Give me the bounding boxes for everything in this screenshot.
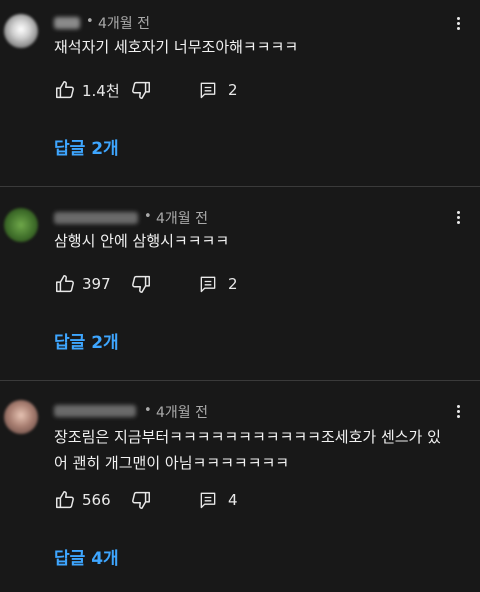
like-count: 566 xyxy=(82,491,111,509)
comment-item: • 4개월 전 재석자기 세호자기 너무조아해ㅋㅋㅋㅋ 1.4천 2 답글 2개 xyxy=(0,0,480,186)
thumbs-up-icon xyxy=(56,491,74,509)
comment-icon xyxy=(200,492,216,509)
like-count: 397 xyxy=(82,275,111,293)
more-vert-icon[interactable] xyxy=(450,15,466,35)
thumbs-down-icon xyxy=(132,81,150,99)
comment-item: • 4개월 전 장조림은 지금부터ㅋㅋㅋㅋㅋㅋㅋㅋㅋㅋㅋ조세호가 센스가 있어 … xyxy=(0,388,480,592)
comment-timestamp[interactable]: 4개월 전 xyxy=(98,13,150,33)
comment-actions: 397 2 xyxy=(54,272,434,296)
author-name-redacted[interactable] xyxy=(54,17,80,29)
comment-icon xyxy=(200,276,216,293)
thumbs-up-icon xyxy=(56,275,74,293)
thumbs-down-icon xyxy=(132,275,150,293)
reply-button[interactable]: 4 xyxy=(198,488,238,512)
author-name-redacted[interactable] xyxy=(54,212,138,224)
like-button[interactable]: 1.4천 xyxy=(54,78,120,102)
dislike-button[interactable] xyxy=(130,488,152,512)
avatar[interactable] xyxy=(4,400,38,434)
reply-count: 2 xyxy=(228,275,238,293)
dislike-button[interactable] xyxy=(130,272,152,296)
comment-actions: 566 4 xyxy=(54,488,434,512)
reply-button[interactable]: 2 xyxy=(198,78,238,102)
comment-icon xyxy=(200,82,216,99)
divider xyxy=(0,380,480,381)
divider xyxy=(0,186,480,187)
dislike-button[interactable] xyxy=(130,78,152,102)
meta-separator: • xyxy=(144,209,152,224)
view-replies-button[interactable]: 답글 2개 xyxy=(54,328,119,353)
like-button[interactable]: 566 xyxy=(54,488,111,512)
meta-separator: • xyxy=(86,14,94,29)
avatar[interactable] xyxy=(4,208,38,242)
thumbs-up-icon xyxy=(56,81,74,99)
comment-item: • 4개월 전 삼행시 안에 삼행시ㅋㅋㅋㅋ 397 2 답글 2개 xyxy=(0,194,480,380)
meta-separator: • xyxy=(144,403,152,418)
view-replies-button[interactable]: 답글 2개 xyxy=(54,134,119,159)
more-vert-icon[interactable] xyxy=(450,403,466,423)
reply-count: 2 xyxy=(228,81,238,99)
comment-timestamp[interactable]: 4개월 전 xyxy=(156,208,208,228)
thumbs-down-icon xyxy=(132,491,150,509)
more-vert-icon[interactable] xyxy=(450,209,466,229)
comment-text: 장조림은 지금부터ㅋㅋㅋㅋㅋㅋㅋㅋㅋㅋㅋ조세호가 센스가 있어 괜히 개그맨이 … xyxy=(54,428,441,472)
reply-button[interactable]: 2 xyxy=(198,272,238,296)
comment-text: 재석자기 세호자기 너무조아해ㅋㅋㅋㅋ xyxy=(54,38,299,56)
view-replies-button[interactable]: 답글 4개 xyxy=(54,544,119,569)
comment-actions: 1.4천 2 xyxy=(54,78,434,102)
author-name-redacted[interactable] xyxy=(54,405,136,417)
like-button[interactable]: 397 xyxy=(54,272,111,296)
comment-text: 삼행시 안에 삼행시ㅋㅋㅋㅋ xyxy=(54,232,230,250)
avatar[interactable] xyxy=(4,14,38,48)
like-count: 1.4천 xyxy=(82,81,120,100)
reply-count: 4 xyxy=(228,491,238,509)
comment-timestamp[interactable]: 4개월 전 xyxy=(156,402,208,422)
